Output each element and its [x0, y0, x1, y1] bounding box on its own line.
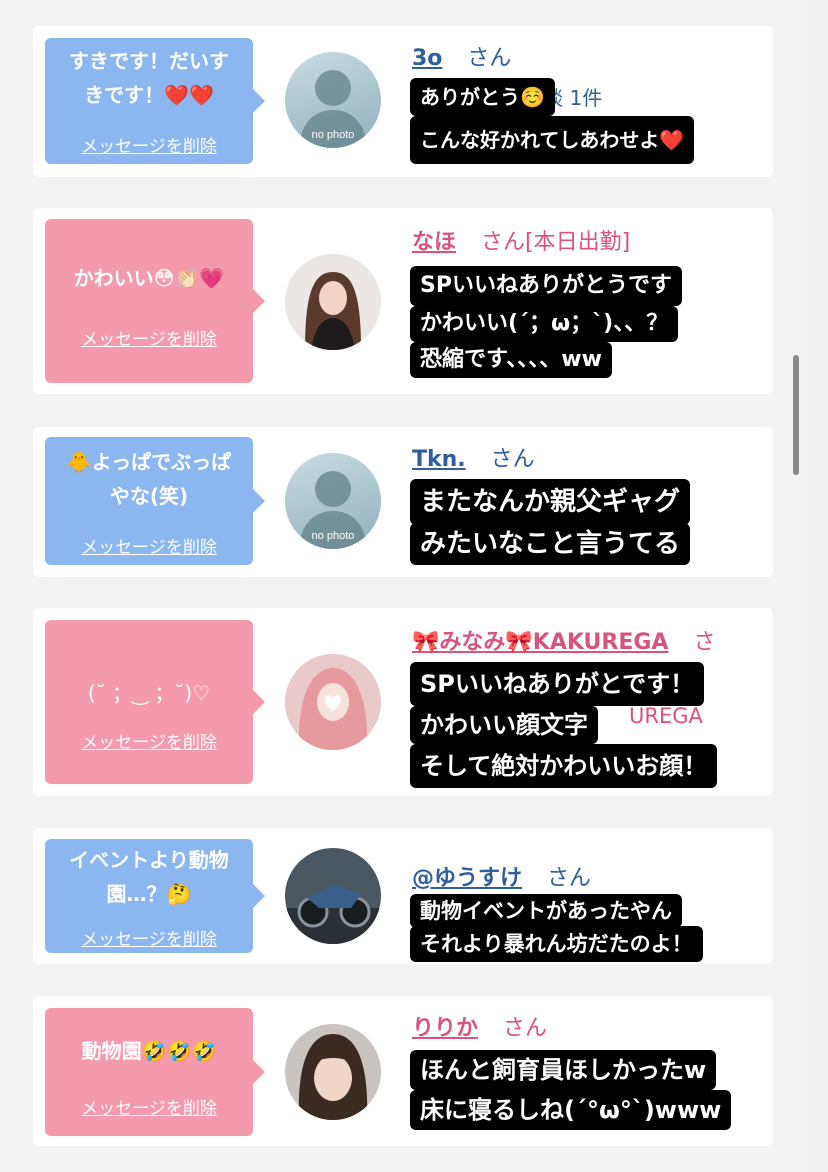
profile-photo [285, 654, 381, 750]
sender-suffix: さん [467, 46, 512, 71]
caption-sticker: SPいいねありがとうです [410, 266, 682, 306]
sender-name: @ゆうすけ さん [412, 860, 591, 892]
message-card: 🐥よっぱでぶっぱ やな(笑) メッセージを削除 no photo Tkn. さん… [33, 427, 773, 577]
scrollbar[interactable] [793, 355, 799, 475]
message-bubble: イベントより動物 園…？🤔 メッセージを削除 [45, 839, 265, 953]
delete-message-link[interactable]: メッセージを削除 [45, 132, 253, 157]
profile-photo [285, 848, 381, 944]
sender-name-link[interactable]: @ゆうすけ [412, 866, 522, 891]
caption-sticker: SPいいねありがとです！ [410, 662, 705, 706]
sender-name: Tkn. さん [412, 441, 535, 473]
caption-sticker: 動物イベントがあったやん [410, 894, 682, 928]
message-card: イベントより動物 園…？🤔 メッセージを削除 @ゆうすけ さん 動物イベントがあ… [33, 828, 773, 964]
sender-name-link[interactable]: 🎀みなみ🎀KAKUREGA [412, 630, 668, 655]
caption-sticker: それより暴れん坊だたのよ！ [410, 926, 703, 962]
message-card: 動物園🤣🤣🤣 メッセージを削除 りりか さん ほんと飼育員ほしかったw 床に寝る… [33, 996, 773, 1146]
message-card: すきです！だいす きです！❤️❤️ メッセージを削除 no photo 3o さ… [33, 26, 773, 177]
message-text: 🐥よっぱでぶっぱ やな(笑) [66, 450, 232, 508]
delete-message-link[interactable]: メッセージを削除 [45, 533, 253, 558]
avatar[interactable] [285, 848, 381, 944]
sender-suffix: さん[本日出勤] [481, 230, 631, 255]
sender-suffix: さん [503, 1016, 548, 1041]
message-text: イベントより動物 園…？🤔 [69, 848, 229, 906]
svg-text:no photo: no photo [312, 530, 355, 542]
sender-name-link[interactable]: 3o [412, 46, 442, 71]
message-text: かわいい😳👏🏻💗 [73, 266, 225, 290]
sender-name-link[interactable]: りりか [412, 1016, 478, 1041]
sender-name-link[interactable]: Tkn. [412, 447, 466, 472]
svg-text:no photo: no photo [312, 129, 355, 141]
sender-suffix: さん [490, 447, 535, 472]
message-bubble: (˘ ；‿ ；˘)♡ メッセージを削除 [45, 620, 265, 784]
message-card: (˘ ；‿ ；˘)♡ メッセージを削除 🎀みなみ🎀KAKUREGA さ UREG… [33, 608, 773, 796]
person-silhouette-icon: no photo [299, 70, 367, 148]
sender-name: りりか さん [412, 1010, 547, 1042]
sub-line: UREGA [629, 704, 703, 728]
avatar[interactable]: no photo [285, 453, 381, 549]
sender-name: 3o さん [412, 40, 511, 72]
message-bubble: すきです！だいす きです！❤️❤️ メッセージを削除 [45, 38, 265, 164]
caption-sticker: かわいい(´；ω；`)、、？ [410, 306, 679, 342]
sender-name-link[interactable]: なほ [412, 230, 456, 255]
delete-message-link[interactable]: メッセージを削除 [45, 325, 253, 350]
caption-sticker: かわいい顔文字 [410, 706, 598, 744]
delete-message-link[interactable]: メッセージを削除 [45, 728, 253, 753]
avatar[interactable] [285, 254, 381, 350]
message-text: 動物園🤣🤣🤣 [81, 1039, 217, 1063]
message-text: (˘ ；‿ ；˘)♡ [87, 681, 211, 705]
message-card: かわいい😳👏🏻💗 メッセージを削除 なほ さん[本日出勤] SPいいねありがとう… [33, 208, 773, 394]
caption-sticker: みたいなこと言うてる [410, 523, 691, 565]
sender-name: 🎀みなみ🎀KAKUREGA さ [412, 624, 715, 656]
sender-suffix: さ [693, 630, 716, 655]
message-bubble: かわいい😳👏🏻💗 メッセージを削除 [45, 219, 265, 383]
caption-sticker: またなんか親父ギャグ [410, 479, 691, 525]
profile-photo [285, 254, 381, 350]
caption-sticker: そして絶対かわいいお顔！ [410, 744, 718, 788]
person-silhouette-icon: no photo [299, 471, 367, 549]
delete-message-link[interactable]: メッセージを削除 [45, 1094, 253, 1119]
caption-sticker: ありがとう☺️ [410, 78, 555, 116]
avatar[interactable]: no photo [285, 52, 381, 148]
caption-sticker: 恐縮です、、、、ww [410, 342, 612, 378]
caption-sticker: ほんと飼育員ほしかったw [410, 1050, 717, 1090]
sender-suffix: さん [547, 866, 592, 891]
message-bubble: 🐥よっぱでぶっぱ やな(笑) メッセージを削除 [45, 437, 265, 565]
sender-name: なほ さん[本日出勤] [412, 224, 630, 256]
delete-message-link[interactable]: メッセージを削除 [45, 925, 253, 950]
caption-sticker: 床に寝るしね(´°ω°`)www [410, 1090, 732, 1130]
message-list[interactable]: すきです！だいす きです！❤️❤️ メッセージを削除 no photo 3o さ… [0, 0, 805, 1172]
message-text: すきです！だいす きです！❤️❤️ [69, 49, 229, 107]
avatar[interactable] [285, 1024, 381, 1120]
caption-sticker: こんな好かれてしあわせよ❤️ [410, 116, 695, 164]
message-bubble: 動物園🤣🤣🤣 メッセージを削除 [45, 1008, 265, 1136]
profile-photo [285, 1024, 381, 1120]
avatar[interactable] [285, 654, 381, 750]
